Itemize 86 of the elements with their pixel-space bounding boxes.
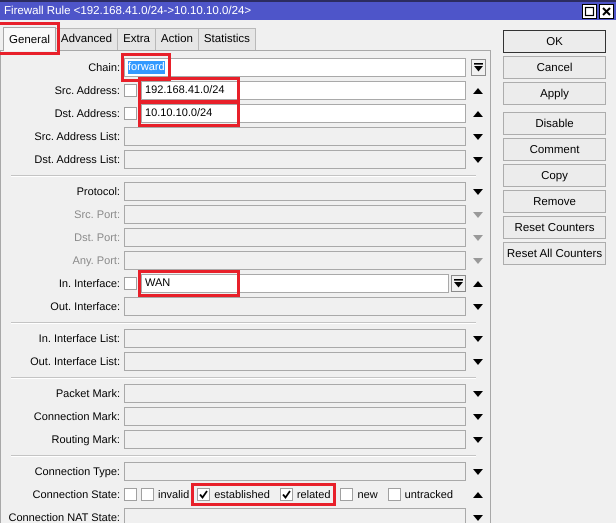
input-field[interactable] bbox=[124, 462, 466, 481]
input-field[interactable] bbox=[124, 127, 466, 146]
input-field[interactable]: 10.10.10.0/24 bbox=[141, 104, 466, 123]
field-label: Dst. Port: bbox=[73, 232, 121, 244]
field-label: Out. Interface: bbox=[49, 300, 121, 312]
negate-checkbox[interactable] bbox=[124, 107, 137, 120]
input-field[interactable] bbox=[124, 182, 466, 201]
input-field[interactable] bbox=[124, 384, 466, 403]
up-arrow-icon[interactable] bbox=[473, 280, 483, 286]
down-arrow-icon[interactable] bbox=[473, 514, 483, 520]
field-label: Src. Address List: bbox=[33, 130, 121, 142]
down-arrow-icon[interactable] bbox=[473, 390, 483, 396]
maximize-icon[interactable] bbox=[582, 4, 597, 18]
option-label: invalid bbox=[158, 488, 190, 500]
dialog-button[interactable]: Cancel bbox=[503, 56, 606, 79]
field-label: Connection Type: bbox=[34, 466, 121, 478]
dialog-button[interactable]: Copy bbox=[503, 164, 606, 187]
down-arrow-icon[interactable] bbox=[473, 188, 483, 194]
field-label: Packet Mark: bbox=[54, 388, 121, 400]
field-label: Dst. Address List: bbox=[33, 154, 121, 166]
tab[interactable]: Action bbox=[154, 28, 199, 50]
field-label: Routing Mark: bbox=[50, 434, 121, 446]
down-arrow-icon[interactable] bbox=[473, 304, 483, 310]
dialog-button[interactable]: Reset Counters bbox=[503, 216, 606, 239]
input-field[interactable]: 192.168.41.0/24 bbox=[141, 81, 466, 100]
field-label: Src. Port: bbox=[73, 208, 121, 220]
field-label: Out. Interface List: bbox=[29, 356, 121, 368]
option-checkbox[interactable] bbox=[388, 488, 401, 501]
negate-checkbox[interactable] bbox=[124, 277, 137, 290]
field-label: Connection Mark: bbox=[32, 410, 121, 422]
down-arrow-icon[interactable] bbox=[473, 468, 483, 474]
dialog-button[interactable]: Apply bbox=[503, 82, 606, 105]
input-field[interactable] bbox=[124, 352, 466, 371]
down-arrow-icon[interactable] bbox=[473, 358, 483, 364]
down-arrow-icon[interactable] bbox=[473, 134, 483, 140]
input-field[interactable] bbox=[124, 329, 466, 348]
down-arrow-icon[interactable] bbox=[473, 156, 483, 162]
caret-icon bbox=[474, 63, 482, 72]
input-field[interactable] bbox=[124, 150, 466, 169]
up-arrow-icon[interactable] bbox=[473, 110, 483, 116]
field-label: In. Interface List: bbox=[38, 332, 121, 344]
field-label: Connection State: bbox=[32, 488, 121, 500]
option-checkbox[interactable] bbox=[280, 488, 293, 501]
up-arrow-icon[interactable] bbox=[473, 492, 483, 498]
dropdown-button[interactable] bbox=[451, 275, 466, 292]
tab[interactable]: Extra bbox=[117, 28, 156, 50]
option-label: untracked bbox=[404, 488, 453, 500]
dialog-button[interactable]: Remove bbox=[503, 190, 606, 213]
dialog-button[interactable]: Disable bbox=[503, 112, 606, 135]
tab[interactable]: Statistics bbox=[198, 28, 256, 50]
option-label: established bbox=[214, 488, 270, 500]
field-label: In. Interface: bbox=[58, 278, 121, 290]
negate-checkbox[interactable] bbox=[124, 488, 137, 501]
field-label: Protocol: bbox=[76, 186, 121, 198]
down-arrow-icon[interactable] bbox=[473, 414, 483, 420]
field-label: Chain: bbox=[87, 62, 121, 74]
input-field[interactable] bbox=[124, 297, 466, 316]
option-checkbox[interactable] bbox=[340, 488, 354, 501]
up-arrow-icon[interactable] bbox=[473, 88, 483, 94]
down-arrow-icon[interactable] bbox=[473, 436, 483, 442]
input-field[interactable] bbox=[124, 228, 466, 247]
input-field[interactable]: WAN bbox=[141, 274, 449, 293]
option-checkbox[interactable] bbox=[141, 488, 154, 501]
field-label: Dst. Address: bbox=[54, 108, 121, 120]
option-label: new bbox=[357, 488, 378, 500]
option-checkbox[interactable] bbox=[197, 488, 210, 501]
dialog-button[interactable]: Reset All Counters bbox=[503, 242, 606, 265]
input-field[interactable] bbox=[124, 407, 466, 426]
down-arrow-icon[interactable] bbox=[473, 336, 483, 342]
field-label: Src. Address: bbox=[54, 84, 121, 96]
input-field[interactable] bbox=[124, 508, 466, 523]
option-label: related bbox=[296, 488, 330, 500]
dropdown-button[interactable] bbox=[470, 59, 486, 76]
dialog-button[interactable]: OK bbox=[503, 30, 606, 53]
tab[interactable]: Advanced bbox=[54, 28, 118, 50]
window-title: Firewall Rule <192.168.41.0/24->10.10.10.0/24> bbox=[4, 5, 252, 17]
input-field[interactable] bbox=[124, 430, 466, 449]
negate-checkbox[interactable] bbox=[124, 84, 137, 97]
caret-icon bbox=[454, 279, 463, 288]
input-field[interactable] bbox=[124, 205, 466, 224]
close-icon[interactable] bbox=[599, 4, 614, 18]
dialog-button[interactable]: Comment bbox=[503, 138, 606, 161]
field-label: Any. Port: bbox=[72, 254, 121, 266]
tab[interactable]: General bbox=[3, 27, 56, 51]
field-label: Connection NAT State: bbox=[8, 512, 121, 523]
input-field[interactable] bbox=[124, 251, 466, 270]
